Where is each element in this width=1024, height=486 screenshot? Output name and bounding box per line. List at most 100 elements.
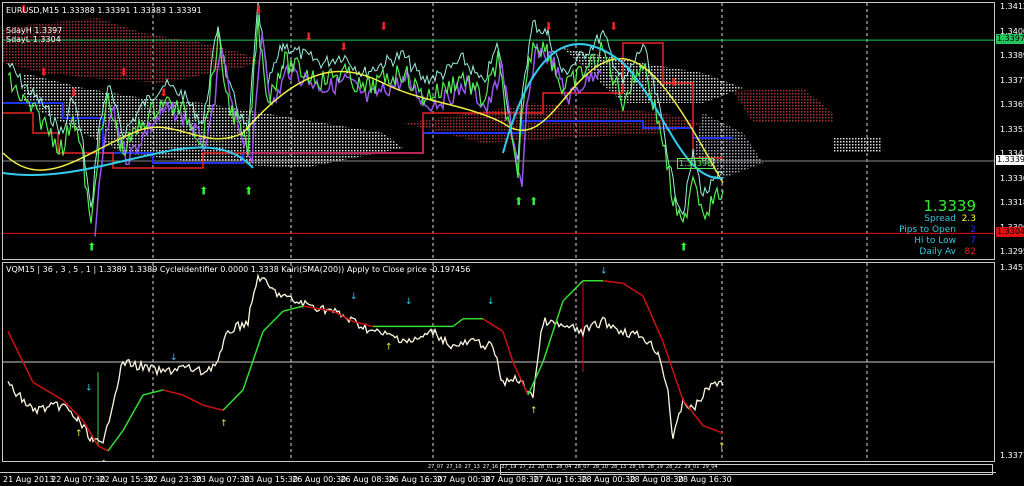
kairi-segment: [122, 394, 144, 431]
time-tick-label: 23 Aug 07:30: [195, 475, 250, 484]
price-tick-label: 1.33890: [1000, 51, 1024, 60]
cycle-down-arrow-icon: ↓: [350, 292, 358, 302]
price-tag: 1.33391: [996, 155, 1024, 166]
kairi-segment: [332, 310, 354, 323]
time-tick-label: 22 Aug 15:30: [99, 475, 154, 484]
mini-time-label: 27_10: [446, 464, 462, 470]
cycle-up-arrow-icon: ↑: [385, 343, 393, 353]
price-tick-label: 1.32950: [1000, 247, 1024, 256]
time-axis-line: [0, 472, 996, 473]
price-tick-label: 1.34125: [1000, 2, 1024, 11]
kairi-segment: [482, 318, 504, 333]
price-tag: 1.33044: [996, 227, 1024, 238]
kairi-segment: [502, 331, 514, 363]
time-tick-label: 26 Aug 16:30: [388, 475, 443, 484]
cycle-up-arrow-icon: ↑: [75, 429, 83, 439]
info-label: Daily Av: [919, 247, 956, 257]
up-arrow-icon: ⬆: [529, 195, 538, 208]
time-tick-label: 26 Aug 08:30: [340, 475, 395, 484]
cycle-up-arrow-icon: ↑: [530, 406, 538, 416]
mini-time-label: 28_07: [574, 464, 590, 470]
mini-time-label: 28_22: [665, 464, 682, 470]
down-arrow-icon: ⬇: [609, 20, 618, 33]
time-tick-label: 28 Aug 08:30: [629, 475, 684, 484]
day-low-label: SdayL 1.3304: [6, 35, 61, 44]
mini-time-label: 27_13: [464, 464, 480, 470]
current-price: 1.3339: [923, 197, 977, 215]
main-price-chart[interactable]: ⬆ ⬆ ⬆ ⬆ ⬆ ⬆ ⬇ ⬇ ⬇ ⬇ ⬇ ⬇ ⬇ ⬇ ⬇ ⬇ ⬇ ⬇ EURUSD,M15 1.33388 1.…: [2, 2, 995, 260]
ichimoku-cloud: [833, 138, 881, 153]
info-value: 82: [964, 247, 976, 257]
symbol-header: EURUSD,M15 1.33388 1.33391 1.33383 1.333…: [6, 6, 202, 15]
mini-time-label: 29_04: [702, 464, 718, 470]
time-tick-label: 28 Aug 00:30: [581, 475, 636, 484]
info-row: Pips to Open 2: [899, 225, 976, 236]
info-value: 7: [970, 236, 976, 246]
time-tick-label: 27 Aug 00:30: [436, 475, 491, 484]
time-tick-label: 27 Aug 08:30: [485, 475, 539, 484]
mini-time-label: 27_07: [428, 464, 444, 470]
cycle-down-arrow-icon: ↓: [405, 297, 413, 307]
down-arrow-icon: ⬇: [254, 3, 263, 16]
cycle-up-arrow-icon: ↑: [100, 460, 108, 462]
info-panel: 1.3339 Spread 2.3 Pips to Open 2 Hi to Low 7 D…: [899, 198, 976, 258]
mini-time-label: 27_22: [519, 464, 535, 470]
mini-time-label: 28_19: [647, 464, 663, 470]
mini-time-label: 28_13: [611, 464, 627, 470]
mini-time-label: 27_19: [501, 464, 517, 470]
kairi-segment: [182, 394, 204, 406]
mini-time-label: 28_16: [629, 464, 645, 470]
indicator-axis-top: 1.3451: [1000, 263, 1024, 272]
kairi-segment: [97, 445, 109, 452]
kairi-segment: [262, 310, 284, 333]
kairi-segment: [7, 331, 34, 383]
up-arrow-icon: ⬆: [514, 195, 523, 208]
price-chart-canvas: ⬆⬆ ⬆⬆ ⬆⬆⬇⬇⬇⬇⬇⬇⬇⬇⬇ ⬇ ⬇⬇: [3, 3, 994, 259]
cycle-down-arrow-icon: ↓: [170, 353, 178, 363]
indicator-panel[interactable]: ↑ ↑ ↑ ↑ ↑ ↑ ↓ ↓ ↓ ↓ ↓ ↓ VQM15 | 36 , 3 , 5 , 1 | 1.…: [2, 262, 995, 462]
info-value: 2.3: [961, 214, 976, 224]
kairi-segment: [222, 389, 244, 411]
info-label: Hi to Low: [914, 236, 956, 246]
price-tick-label: 1.33185: [1000, 198, 1024, 207]
price-tick-label: 1.33300: [1000, 174, 1024, 184]
info-row: Daily Av 82: [899, 247, 976, 258]
kairi-segment: [562, 280, 584, 302]
kairi-segment: [202, 404, 224, 411]
kairi-segment: [602, 279, 624, 284]
info-row: Hi to Low 7: [899, 236, 976, 247]
ichimoku-cloud: [733, 88, 833, 123]
kairi-segment: [682, 399, 704, 426]
kairi-segment: [352, 320, 374, 328]
price-tick-label: 1.33655: [1000, 100, 1024, 109]
indicator-axis-bottom: 1.3377: [1000, 451, 1024, 460]
time-tick-label: 21 Aug 2013: [3, 475, 55, 484]
kairi-segment: [32, 381, 64, 401]
inline-price-label: 1.33396: [677, 158, 715, 169]
mini-time-label: 28_04: [556, 464, 572, 470]
cycle-down-arrow-icon: ↓: [85, 383, 93, 393]
kairi-segment: [702, 424, 724, 434]
time-tick-label: 22 Aug 07:30: [51, 475, 106, 484]
info-row: Spread 2.3: [899, 214, 976, 225]
kairi-segment: [662, 341, 684, 401]
price-tag: 1.33971: [996, 34, 1024, 45]
kairi-segment: [107, 430, 124, 452]
down-arrow-icon: ⬇: [119, 66, 128, 79]
down-arrow-icon: ⬇: [379, 20, 388, 33]
indicator-canvas: ↑ ↑ ↑ ↑ ↑ ↑ ↓ ↓ ↓ ↓ ↓ ↓: [3, 263, 994, 462]
down-arrow-icon: ⬇: [69, 87, 78, 100]
indicator-close-line: [7, 273, 724, 444]
price-tick-label: 1.33770: [1000, 76, 1024, 86]
down-arrow-icon: ⬇: [39, 66, 48, 79]
day-high-label: SdayH 1.3397: [6, 26, 63, 35]
down-arrow-icon: ⬇: [544, 20, 553, 33]
down-arrow-icon: ⬇: [339, 41, 348, 54]
time-tick-label: 28 Aug 16:30: [677, 475, 732, 484]
kairi-segment: [242, 331, 264, 391]
mini-time-label: 28_10: [592, 464, 608, 470]
down-arrow-icon: ⬇: [669, 76, 678, 89]
kairi-segment: [452, 318, 464, 328]
down-arrow-icon: ⬇: [159, 87, 168, 100]
time-tick-label: 27 Aug 16:30: [533, 475, 588, 484]
